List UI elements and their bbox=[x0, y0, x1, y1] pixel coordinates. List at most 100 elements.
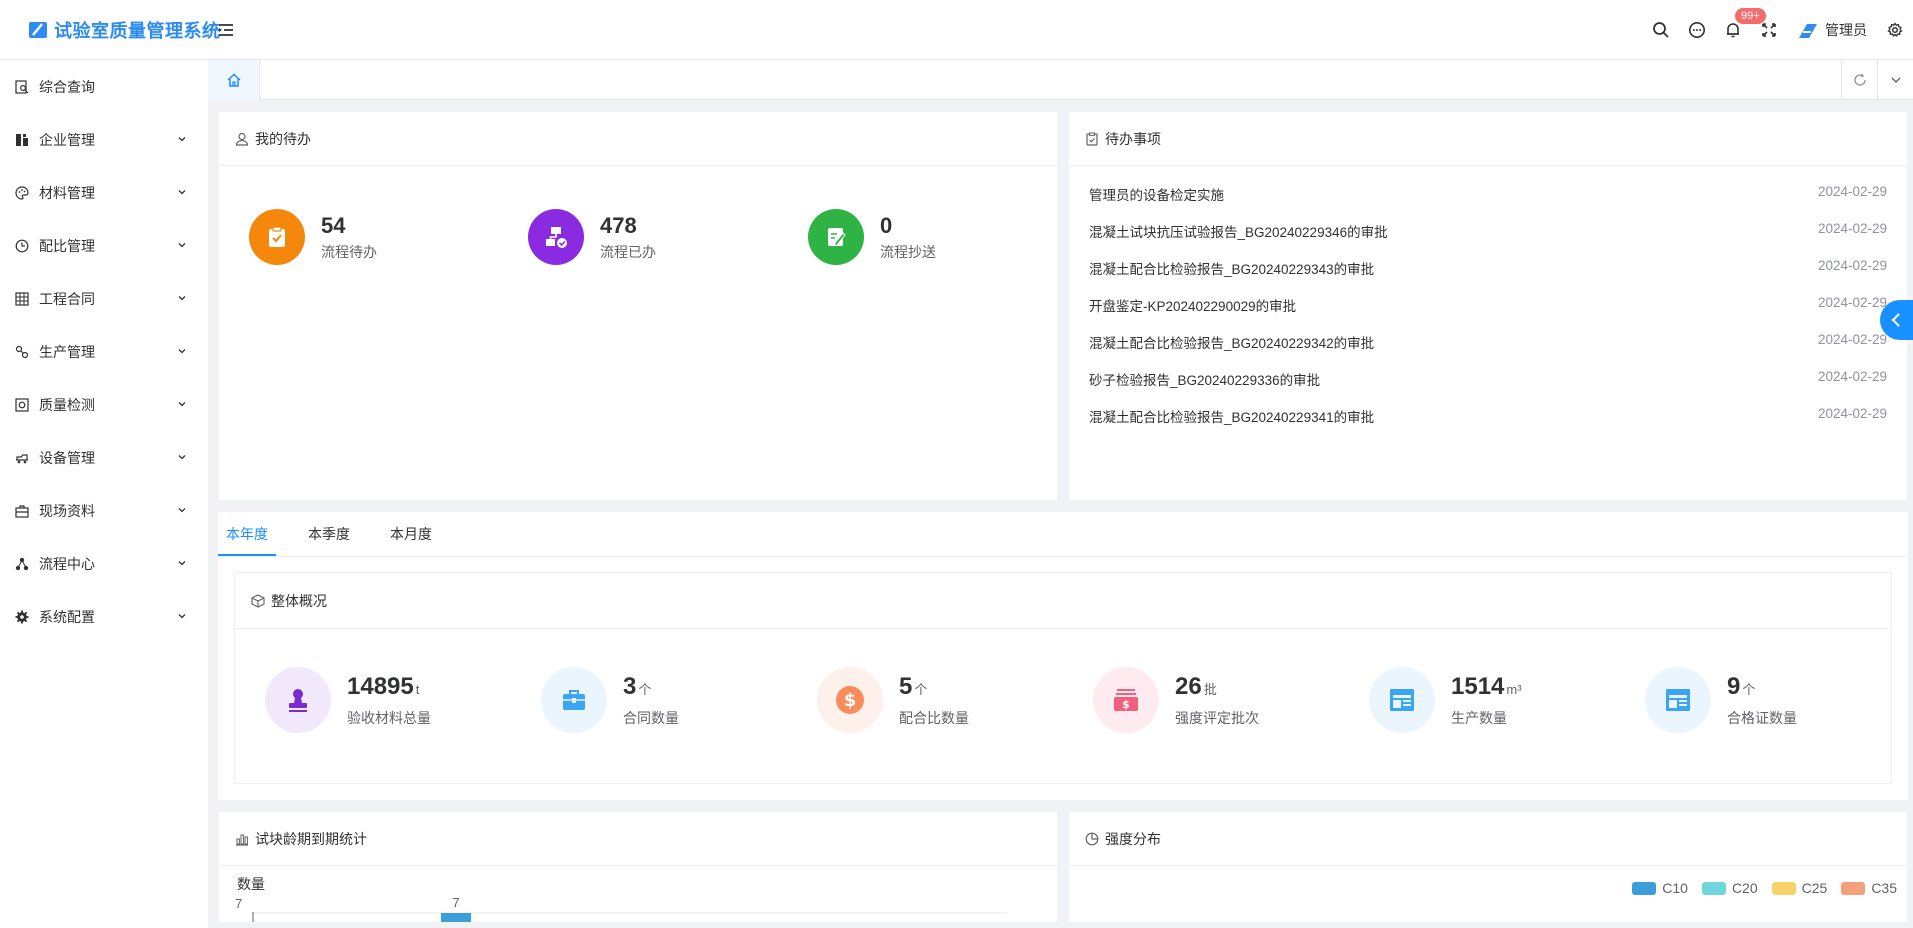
legend-item[interactable]: C20 bbox=[1701, 880, 1758, 896]
bar-chart-icon bbox=[236, 834, 248, 846]
card-title: 强度分布 bbox=[1105, 830, 1161, 847]
age-chart-card: 试块龄期到期统计 数量 7 7 bbox=[219, 812, 1057, 922]
app-logo[interactable]: 试验室质量管理系统 bbox=[28, 17, 221, 43]
sidebar-item-label: 工程合同 bbox=[39, 290, 95, 307]
age-chart: 数量 7 7 bbox=[235, 876, 1007, 922]
sidebar-item-label: 现场资料 bbox=[39, 502, 95, 519]
overview-item[interactable]: 14895 t 验收材料总量 bbox=[265, 667, 431, 733]
y-tick-label: 7 bbox=[235, 896, 242, 911]
sidebar-item-工程合同[interactable]: 工程合同 bbox=[0, 272, 208, 325]
overview-unit: 个 bbox=[1742, 681, 1756, 697]
logo-icon bbox=[29, 22, 47, 38]
overview-item[interactable]: $ 5个 配合比数量 bbox=[817, 667, 969, 733]
overview-unit: 个 bbox=[914, 681, 928, 697]
stat-label: 流程待办 bbox=[321, 244, 377, 260]
chevron-down-icon bbox=[178, 402, 186, 407]
settings-gear-icon[interactable] bbox=[1877, 0, 1913, 60]
item-title: 管理员的设备检定实施 bbox=[1089, 188, 1224, 203]
search-icon[interactable] bbox=[1643, 0, 1679, 60]
overview-item[interactable]: $ 26 批 强度评定批次 bbox=[1093, 667, 1259, 733]
overview-item[interactable]: 3个 合同数量 bbox=[541, 667, 679, 733]
bar-value-label: 7 bbox=[452, 895, 459, 910]
chevron-down-icon[interactable] bbox=[1877, 60, 1913, 100]
menu-toggle-icon[interactable] bbox=[216, 20, 236, 40]
stat-label: 流程抄送 bbox=[880, 244, 936, 260]
flow-check-icon bbox=[528, 209, 584, 265]
tab-this-month[interactable]: 本月度 bbox=[382, 512, 440, 556]
quality-icon bbox=[14, 397, 30, 413]
strength-legend: C10 C20 C25 C35 bbox=[1632, 880, 1897, 896]
overview-unit: 个 bbox=[638, 681, 652, 697]
legend-label: C20 bbox=[1731, 880, 1758, 896]
overview-label: 生产数量 bbox=[1451, 709, 1507, 726]
refresh-icon[interactable] bbox=[1841, 60, 1877, 100]
overview-value: 3 bbox=[623, 672, 637, 700]
legend-item[interactable]: C35 bbox=[1841, 880, 1897, 896]
card-title: 试块龄期到期统计 bbox=[255, 830, 367, 847]
fullscreen-icon[interactable] bbox=[1751, 0, 1787, 60]
avatar bbox=[1799, 24, 1817, 38]
legend-item[interactable]: C25 bbox=[1771, 880, 1827, 896]
sidebar-item-质量检测[interactable]: 质量检测 bbox=[0, 378, 208, 431]
sidebar-item-现场资料[interactable]: 现场资料 bbox=[0, 484, 208, 537]
overview-label: 合格证数量 bbox=[1727, 709, 1797, 726]
sidebar-item-流程中心[interactable]: 流程中心 bbox=[0, 537, 208, 590]
sidebar-item-label: 企业管理 bbox=[39, 131, 95, 148]
item-title: 混凝土配合比检验报告_BG20240229342的审批 bbox=[1089, 336, 1375, 351]
item-date: 2024-02-29 bbox=[1817, 406, 1887, 421]
item-title: 混凝土配合比检验报告_BG20240229341的审批 bbox=[1089, 410, 1375, 425]
tab-this-year[interactable]: 本年度 bbox=[218, 512, 276, 556]
sidebar-item-企业管理[interactable]: 企业管理 bbox=[0, 113, 208, 166]
tab-home[interactable] bbox=[208, 60, 260, 100]
sidebar-item-综合查询[interactable]: 综合查询 bbox=[0, 60, 208, 113]
sidebar-item-生产管理[interactable]: 生产管理 bbox=[0, 325, 208, 378]
bell-icon[interactable]: 99+ bbox=[1715, 0, 1766, 60]
sidebar-item-label: 综合查询 bbox=[39, 78, 95, 95]
card-title: 待办事项 bbox=[1105, 130, 1161, 147]
tab-this-quarter[interactable]: 本季度 bbox=[300, 512, 358, 556]
list-item[interactable]: 混凝土试块抗压试验报告_BG20240229346的审批 2024-02-29 bbox=[1089, 221, 1887, 241]
window-icon bbox=[1645, 667, 1711, 733]
legend-label: C10 bbox=[1662, 880, 1688, 896]
toolbox-icon bbox=[541, 667, 607, 733]
flow-icon bbox=[14, 556, 30, 572]
legend-item[interactable]: C10 bbox=[1632, 880, 1688, 896]
overview-unit: 批 bbox=[1203, 681, 1217, 697]
list-item[interactable]: 混凝土配合比检验报告_BG20240229343的审批 2024-02-29 bbox=[1089, 258, 1887, 278]
stat-cc[interactable]: 0 流程抄送 bbox=[808, 209, 936, 265]
production-icon bbox=[14, 344, 30, 360]
overview-value: 14895 bbox=[347, 672, 414, 700]
stat-done[interactable]: 478 流程已办 bbox=[528, 209, 656, 265]
sidebar-item-设备管理[interactable]: 设备管理 bbox=[0, 431, 208, 484]
top-bar: 试验室质量管理系统 99+ 管理员 bbox=[0, 0, 1913, 60]
item-date: 2024-02-29 bbox=[1817, 369, 1887, 384]
stat-pending[interactable]: 54 流程待办 bbox=[249, 209, 377, 265]
header-actions: 99+ 管理员 bbox=[1643, 0, 1913, 60]
overview-value: 26 bbox=[1175, 672, 1202, 700]
card-header: 我的待办 bbox=[219, 112, 1057, 166]
list-item[interactable]: 开盘鉴定-KP202402290029的审批 2024-02-29 bbox=[1089, 295, 1887, 315]
item-date: 2024-02-29 bbox=[1817, 295, 1887, 310]
overview-label: 配合比数量 bbox=[899, 709, 969, 726]
tab-tools bbox=[1841, 60, 1913, 100]
overview-item[interactable]: 9个 合格证数量 bbox=[1645, 667, 1797, 733]
overview-label: 验收材料总量 bbox=[347, 709, 431, 726]
bar[interactable] bbox=[441, 913, 471, 922]
sidebar-item-材料管理[interactable]: 材料管理 bbox=[0, 166, 208, 219]
card-header: 强度分布 bbox=[1069, 812, 1907, 866]
sidebar-item-配比管理[interactable]: 配比管理 bbox=[0, 219, 208, 272]
sidebar-item-label: 设备管理 bbox=[39, 449, 95, 466]
legend-swatch bbox=[1701, 881, 1726, 895]
list-item[interactable]: 混凝土配合比检验报告_BG20240229342的审批 2024-02-29 bbox=[1089, 332, 1887, 352]
list-item[interactable]: 混凝土配合比检验报告_BG20240229341的审批 2024-02-29 bbox=[1089, 406, 1887, 426]
sidebar-item-系统配置[interactable]: 系统配置 bbox=[0, 590, 208, 643]
side-drawer-toggle[interactable] bbox=[1880, 300, 1913, 340]
search-doc-icon bbox=[14, 79, 30, 95]
user-menu[interactable]: 管理员 bbox=[1797, 20, 1867, 40]
list-item[interactable]: 砂子检验报告_BG20240229336的审批 2024-02-29 bbox=[1089, 369, 1887, 389]
message-icon[interactable] bbox=[1679, 0, 1715, 60]
sidebar-item-label: 材料管理 bbox=[39, 184, 95, 201]
list-item[interactable]: 管理员的设备检定实施 2024-02-29 bbox=[1089, 184, 1887, 204]
svg-text:$: $ bbox=[844, 690, 857, 711]
overview-item[interactable]: 1514 m³ 生产数量 bbox=[1369, 667, 1522, 733]
